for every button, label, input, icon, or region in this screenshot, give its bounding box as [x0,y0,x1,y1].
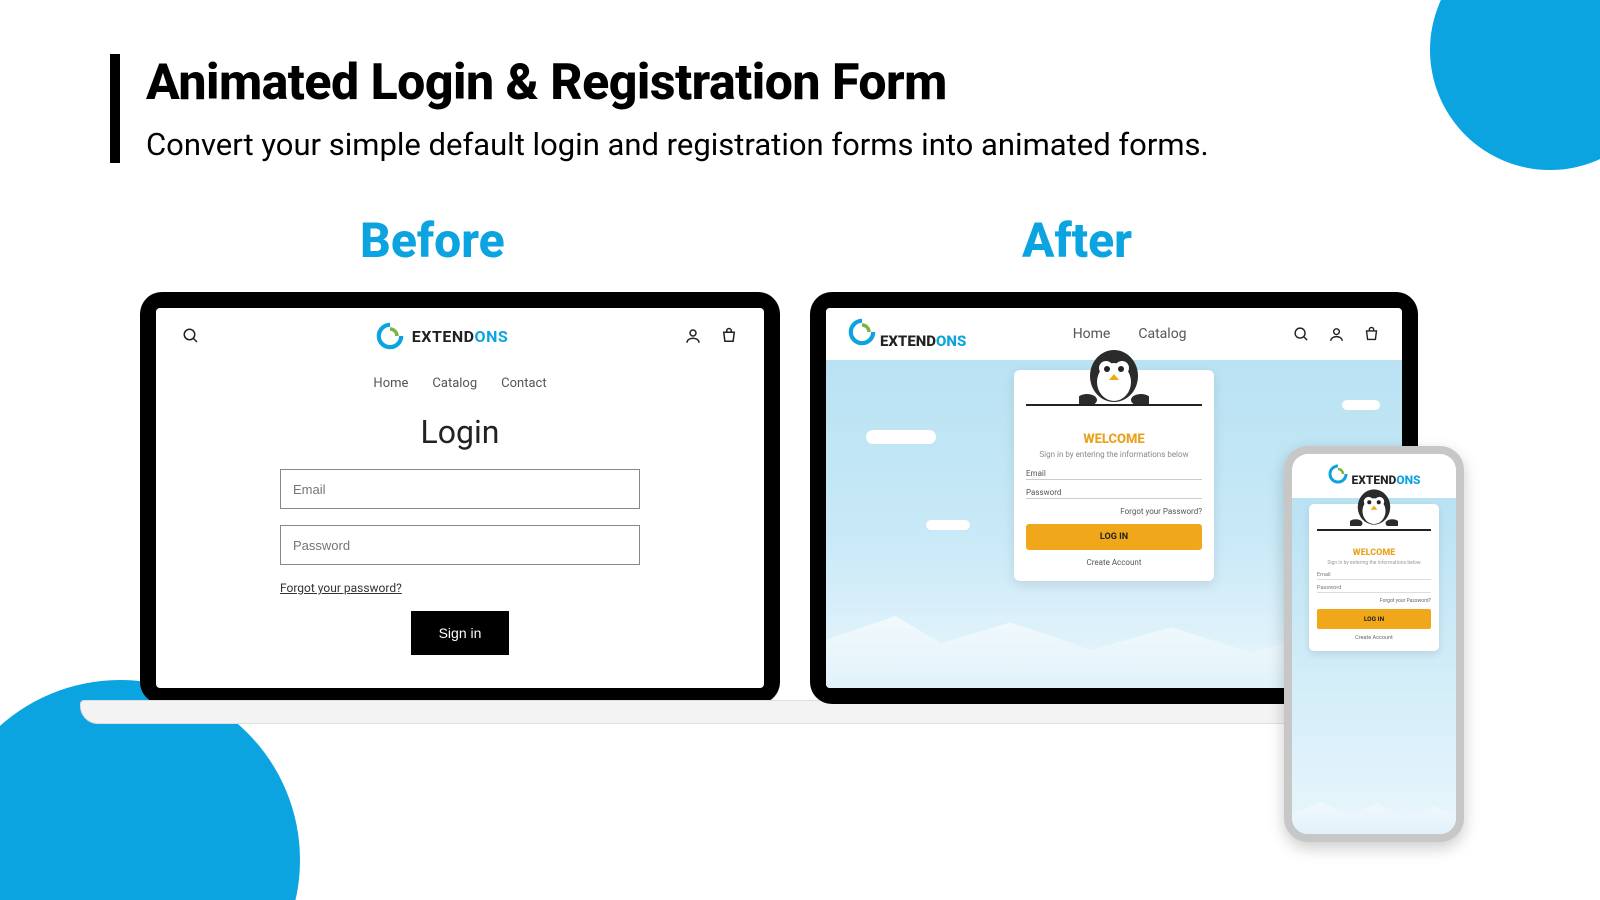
create-account-link[interactable]: Create Account [1026,558,1202,567]
brand-text: EXTENDONS [412,327,508,346]
sky-background: WELCOME Sign in by entering the informat… [1292,498,1456,834]
email-label: Email [1026,469,1202,478]
brand-mark-icon [1328,464,1348,484]
mountain-decoration [1292,794,1456,834]
before-label: Before [360,212,505,269]
cart-icon[interactable] [1363,326,1380,343]
animated-login-card: WELCOME Sign in by entering the informat… [1014,370,1214,581]
cloud-icon [926,520,970,530]
password-input[interactable] [280,525,640,565]
nav-contact[interactable]: Contact [501,376,546,391]
email-field[interactable] [1317,579,1431,580]
login-button[interactable]: LOG IN [1317,609,1431,629]
nav-home[interactable]: Home [373,376,408,391]
card-divider [1026,404,1202,406]
nav-catalog[interactable]: Catalog [432,376,477,391]
password-field[interactable] [1026,498,1202,499]
cloud-icon [866,430,936,444]
search-icon[interactable] [1293,326,1310,343]
mobile-screen: EXTENDONS WELCOME [1292,454,1456,834]
heading-block: Animated Login & Registration Form Conve… [110,54,1209,163]
signin-button[interactable]: Sign in [411,611,510,655]
forgot-password-link[interactable]: Forgot your Password? [1026,507,1202,516]
before-screen: EXTENDONS Home Catalog Contact Login [156,308,764,688]
mobile-device: EXTENDONS WELCOME [1284,446,1464,842]
create-account-link[interactable]: Create Account [1317,635,1431,641]
page-subtitle: Convert your simple default login and re… [146,126,1209,163]
email-input[interactable] [280,469,640,509]
email-label: Email [1317,572,1431,578]
welcome-text: WELCOME [1026,432,1202,447]
password-field[interactable] [1317,592,1431,593]
welcome-subtext: Sign in by entering the informations bel… [1026,450,1202,459]
user-icon[interactable] [684,327,702,345]
before-laptop: EXTENDONS Home Catalog Contact Login [140,292,780,704]
forgot-password-link[interactable]: Forgot your Password? [1317,598,1431,604]
before-nav: Home Catalog Contact [373,376,546,391]
laptop-bezel: EXTENDONS Home Catalog Contact Login [140,292,780,704]
brand-text: EXTENDONS [880,332,966,350]
brand-logo: EXTENDONS [848,318,966,350]
email-field[interactable] [1026,479,1202,480]
animated-login-card: WELCOME Sign in by entering the informat… [1309,504,1439,651]
brand-logo: EXTENDONS [376,322,508,350]
nav-catalog[interactable]: Catalog [1138,326,1186,342]
login-button[interactable]: LOG IN [1026,524,1202,550]
before-login-form: Forgot your password? Sign in [280,469,640,655]
password-label: Password [1026,488,1202,497]
penguin-icon [1350,484,1398,530]
after-label: After [1022,212,1132,269]
cloud-icon [1342,400,1380,410]
user-icon[interactable] [1328,326,1345,343]
after-nav: Home Catalog [1073,326,1187,342]
cart-icon[interactable] [720,327,738,345]
topbar-icons [684,327,738,345]
login-heading: Login [421,413,500,451]
forgot-password-link[interactable]: Forgot your password? [280,581,402,595]
topbar-icons [1293,326,1380,343]
penguin-icon [1079,342,1149,407]
search-icon[interactable] [182,327,200,345]
decorative-circle-top-right [1430,0,1600,170]
page-title: Animated Login & Registration Form [146,54,1209,112]
welcome-text: WELCOME [1317,548,1431,558]
card-divider [1317,529,1431,531]
brand-mark-icon [848,318,876,346]
nav-home[interactable]: Home [1073,326,1111,342]
welcome-subtext: Sign in by entering the informations bel… [1317,560,1431,566]
before-topbar: EXTENDONS [182,322,738,350]
password-label: Password [1317,585,1431,591]
brand-mark-icon [376,322,404,350]
